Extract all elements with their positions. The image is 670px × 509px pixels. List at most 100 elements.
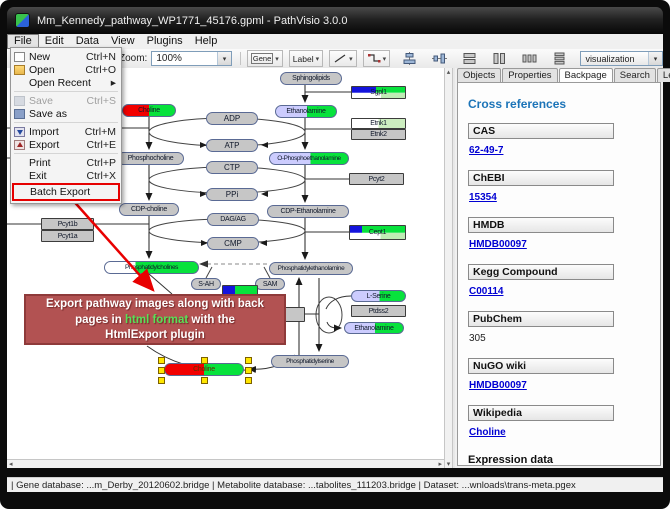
align-vertical-center-button[interactable] [399, 51, 420, 66]
file-menu-item-exit[interactable]: Exit Ctrl+X [11, 169, 121, 182]
node-phosphatidylethanolamine[interactable]: Phosphatidylethanolamine [269, 262, 353, 275]
file-menu-item-open[interactable]: Open Ctrl+O [11, 63, 121, 76]
xref-link[interactable]: 15354 [469, 192, 497, 203]
title-bar[interactable]: Mm_Kennedy_pathway_WP1771_45176.gpml - P… [7, 7, 663, 34]
node-label: Pcyt1a [58, 233, 78, 240]
menu-item-shortcut: Ctrl+X [87, 170, 116, 182]
label-button[interactable]: Label ▾ [289, 50, 323, 67]
distribute-vertical-icon [552, 52, 567, 65]
node-cdp-choline[interactable]: CDP-choline [119, 203, 179, 216]
file-menu-item-open-recent[interactable]: Open Recent ▸ [11, 76, 121, 89]
file-menu-item-save[interactable]: Save Ctrl+S [11, 94, 121, 107]
tab-legend[interactable]: Legend [657, 68, 670, 82]
node-sam[interactable]: SAM [255, 278, 285, 290]
node-ethanolamine-bottom[interactable]: Ethanolamine [344, 322, 404, 334]
file-menu-item-save-as[interactable]: Save as [11, 107, 121, 120]
chevron-down-icon[interactable]: ▾ [217, 52, 231, 65]
node-pcyt1b[interactable]: Pcyt1b [41, 218, 94, 230]
chevron-down-icon[interactable]: ▾ [316, 55, 320, 63]
node-o-phosphoethanolamine[interactable]: O-Phosphoethanolamine [269, 152, 349, 165]
node-etnk2[interactable]: Etnk2 [351, 129, 406, 140]
node-phosphocholine[interactable]: Phosphocholine [117, 152, 184, 165]
selection-handle[interactable] [245, 367, 252, 374]
node-ethanolamine-top[interactable]: Ethanolamine [275, 105, 337, 118]
xref-link[interactable]: HMDB00097 [469, 239, 527, 250]
node-sah[interactable]: S-AH [191, 278, 221, 290]
xref-header: NuGO wiki [468, 358, 614, 374]
node-sphingolipids[interactable]: Sphingolipids [280, 72, 342, 85]
match-width-button[interactable] [459, 51, 480, 66]
scroll-left-icon[interactable]: ◂ [9, 460, 13, 468]
xref-value: 305 [469, 333, 486, 344]
tab-properties[interactable]: Properties [502, 68, 557, 82]
selection-handle[interactable] [201, 377, 208, 384]
scroll-down-icon[interactable]: ▾ [447, 460, 451, 468]
node-cdp-ethanolamine[interactable]: CDP-Ethanolamine [267, 205, 349, 218]
align-horizontal-center-button[interactable] [429, 51, 450, 66]
selection-handle[interactable] [158, 367, 165, 374]
tab-backpage[interactable]: Backpage [559, 68, 613, 82]
tab-objects[interactable]: Objects [457, 68, 501, 82]
file-menu-item-new[interactable]: New Ctrl+N [11, 50, 121, 63]
menu-help[interactable]: Help [189, 35, 224, 48]
node-choline-top[interactable]: Choline [122, 104, 176, 117]
chevron-down-icon[interactable]: ▾ [349, 55, 353, 63]
xref-link[interactable]: HMDB00097 [469, 380, 527, 391]
xref-link[interactable]: Choline [469, 427, 506, 438]
side-panel: Objects Properties Backpage Search Legen… [455, 68, 663, 468]
node-ctp[interactable]: CTP [206, 161, 258, 174]
zoom-label: Zoom: [119, 53, 147, 64]
menu-plugins[interactable]: Plugins [141, 35, 189, 48]
visualization-combobox[interactable]: visualization ▾ [580, 51, 663, 66]
selection-handle[interactable] [245, 357, 252, 364]
zoom-combobox[interactable]: 100% ▾ [151, 51, 232, 66]
node-adp[interactable]: ADP [206, 112, 258, 125]
connector-tool-button[interactable]: ▾ [363, 50, 391, 67]
node-choline-bottom-selected[interactable]: Choline [164, 363, 244, 376]
visualization-value: visualization [585, 54, 634, 64]
gene-datanode-button[interactable]: Gene ▾ [247, 50, 283, 67]
scroll-right-icon[interactable]: ▸ [438, 460, 442, 468]
file-menu-item-batch-export[interactable]: Batch Export [12, 183, 120, 201]
node-pcyt1a[interactable]: Pcyt1a [41, 230, 94, 242]
xref-section-chebi: ChEBI 15354 [468, 170, 650, 205]
submenu-arrow-icon: ▸ [111, 77, 116, 89]
node-cmp[interactable]: CMP [207, 237, 259, 250]
annotation-highlight: html format [125, 314, 188, 326]
node-cept1[interactable]: Cept1 [349, 225, 406, 240]
selection-handle[interactable] [158, 357, 165, 364]
tab-search[interactable]: Search [614, 68, 656, 82]
file-menu-item-export[interactable]: Export Ctrl+E [11, 138, 121, 151]
selection-handle[interactable] [201, 357, 208, 364]
node-label: S-AH [198, 281, 214, 288]
node-phosphatidylcholines[interactable]: Phosphatidylcholines [104, 261, 199, 274]
line-tool-button[interactable]: ▾ [329, 50, 357, 67]
node-l-serine[interactable]: L-Serine [351, 290, 406, 302]
selection-handle[interactable] [245, 377, 252, 384]
canvas-horizontal-scrollbar[interactable]: ◂ ▸ [7, 459, 444, 468]
canvas-vertical-scrollbar[interactable]: ▴ ▾ [444, 68, 453, 468]
node-atp[interactable]: ATP [206, 139, 258, 152]
selection-handle[interactable] [158, 377, 165, 384]
node-phosphatidylserine[interactable]: Phosphatidylserine [271, 355, 349, 368]
chevron-down-icon[interactable]: ▾ [275, 55, 279, 63]
file-menu-item-import[interactable]: Import Ctrl+M [11, 125, 121, 138]
status-text: | Gene database: ...m_Derby_20120602.bri… [11, 480, 576, 491]
chevron-down-icon[interactable]: ▾ [383, 55, 387, 63]
distribute-vertical-button[interactable] [549, 51, 570, 66]
menu-item-shortcut: Ctrl+M [85, 126, 116, 138]
scroll-up-icon[interactable]: ▴ [447, 68, 451, 76]
node-ptdss2[interactable]: Ptdss2 [351, 305, 406, 317]
node-etnk1[interactable]: Etnk1 [351, 118, 406, 129]
xref-link[interactable]: C00114 [469, 286, 503, 297]
chevron-down-icon[interactable]: ▾ [648, 52, 662, 65]
match-height-button[interactable] [489, 51, 510, 66]
file-menu-item-print[interactable]: Print Ctrl+P [11, 156, 121, 169]
menu-item-label: Print [29, 157, 87, 169]
distribute-horizontal-button[interactable] [519, 51, 540, 66]
node-sgpl1[interactable]: Sgpl1 [351, 86, 406, 99]
node-dag[interactable]: DAG/AG [207, 213, 259, 226]
node-pcyt2[interactable]: Pcyt2 [349, 173, 404, 185]
node-ppi[interactable]: PPi [206, 188, 258, 201]
xref-link[interactable]: 62-49-7 [469, 145, 503, 156]
